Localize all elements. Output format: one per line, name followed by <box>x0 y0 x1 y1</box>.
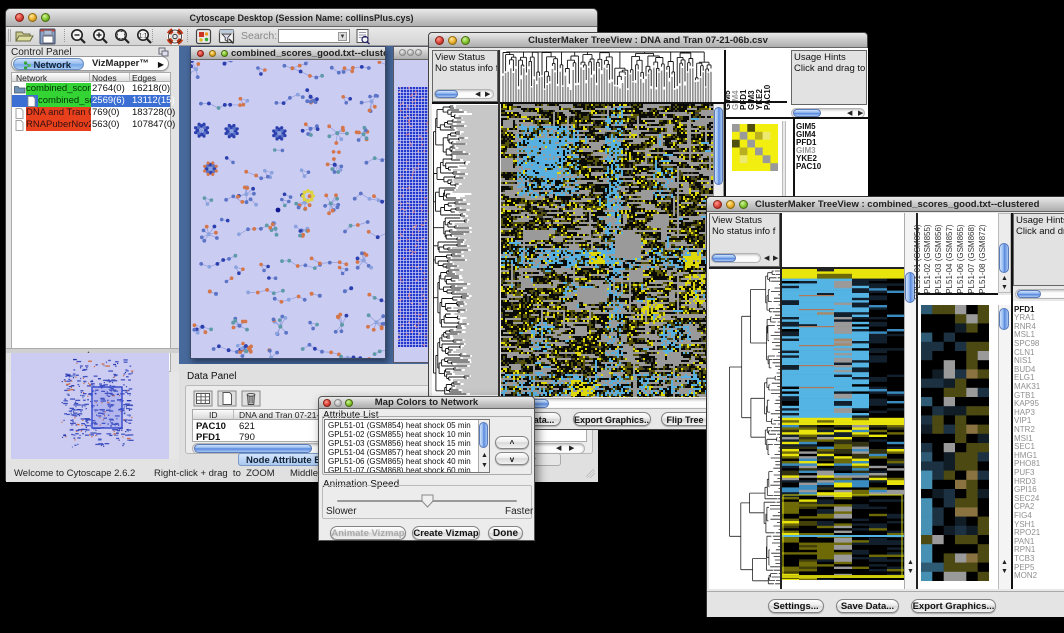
svg-text:1:1: 1:1 <box>139 34 148 40</box>
